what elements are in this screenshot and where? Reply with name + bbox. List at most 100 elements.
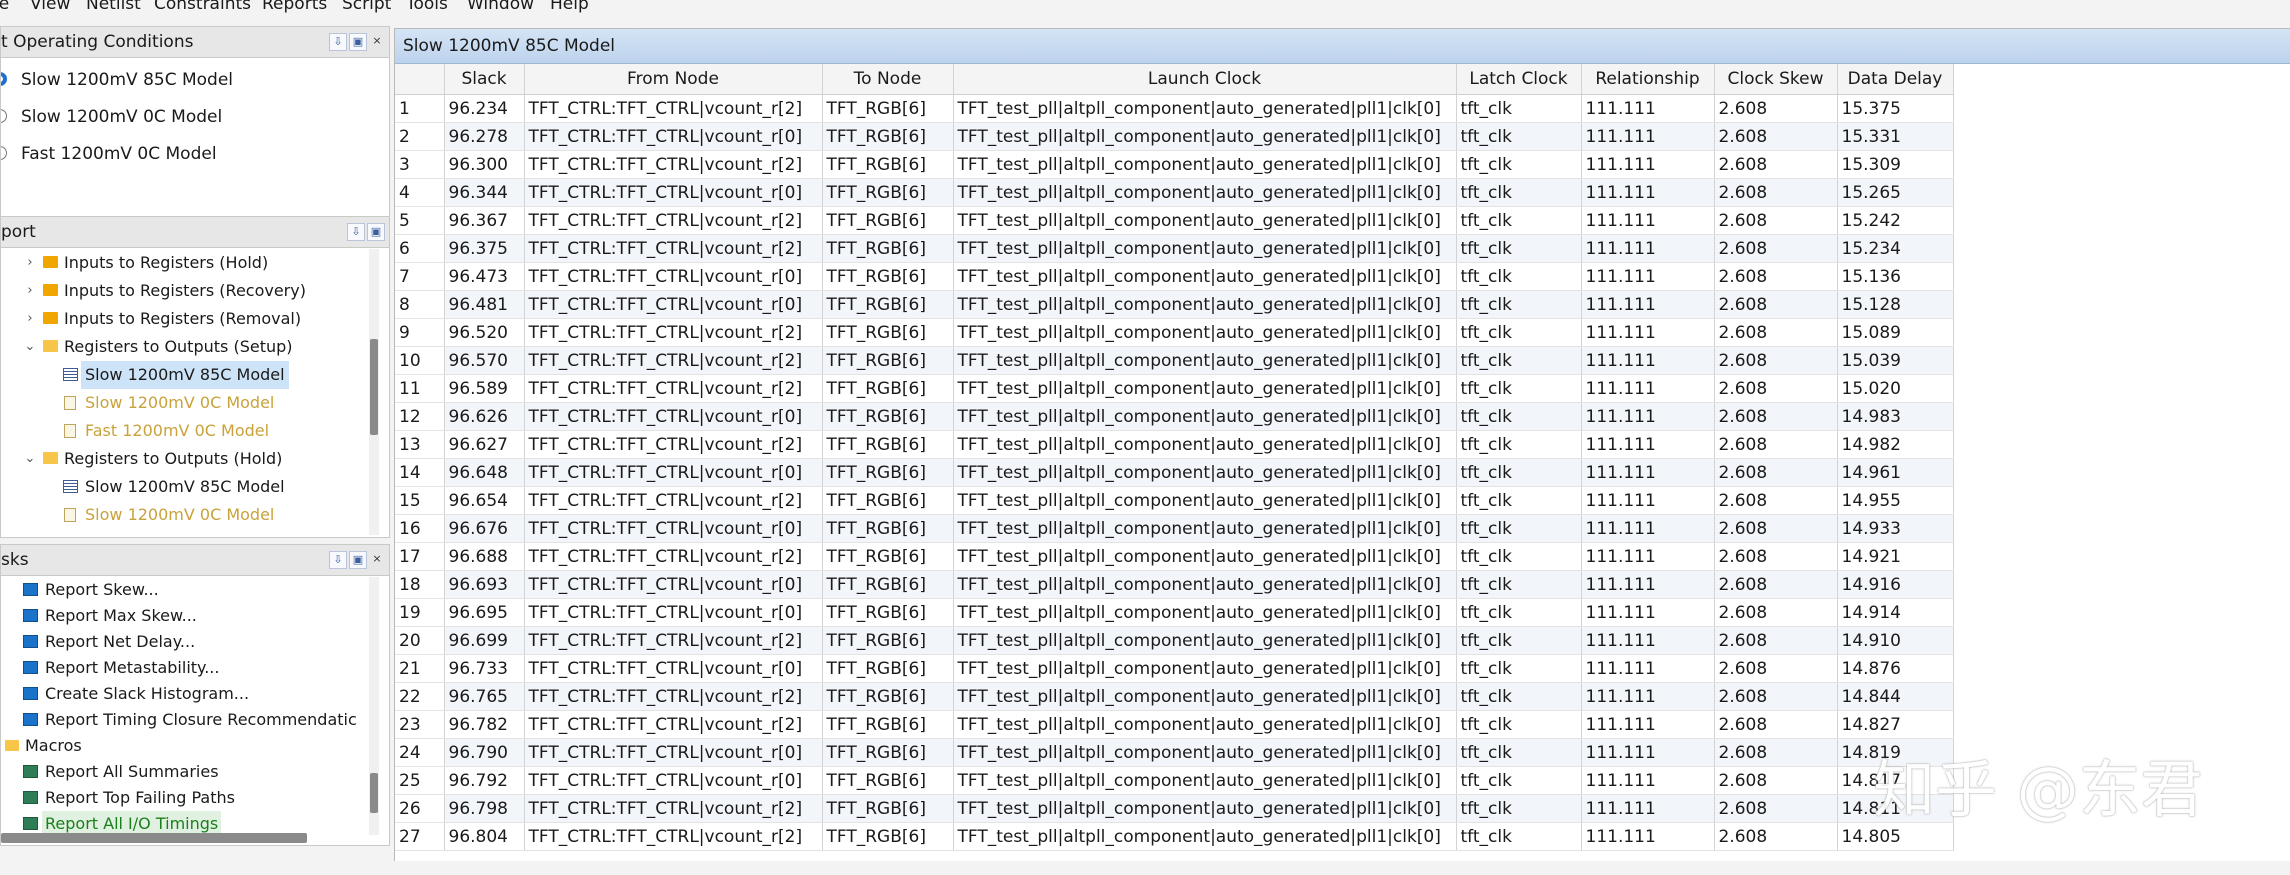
chevron-down-icon[interactable]: ⌄ [23,333,37,361]
table-row[interactable]: 20 96.699 TFT_CTRL:TFT_CTRL|vcount_r[2] TFT… [395,626,1954,655]
radio-icon[interactable] [1,146,7,160]
close-icon[interactable]: × [369,551,385,567]
menu-help[interactable]: Help [550,0,589,14]
cell-data-delay: 14.876 [1837,654,1954,683]
table-row[interactable]: 23 96.782 TFT_CTRL:TFT_CTRL|vcount_r[2] TFT… [395,710,1954,739]
cell-to-node: TFT_RGB[6] [822,682,954,711]
column-header-to-node[interactable]: To Node [822,64,954,95]
table-icon [63,368,78,381]
table-row[interactable]: 26 96.798 TFT_CTRL:TFT_CTRL|vcount_r[2] TFT… [395,794,1954,823]
pin-icon[interactable]: ⇩ [347,223,365,241]
scrollbar-thumb[interactable] [370,339,378,435]
pin-icon[interactable]: ⇩ [329,551,347,569]
table-row[interactable]: 14 96.648 TFT_CTRL:TFT_CTRL|vcount_r[0] TFT… [395,458,1954,487]
cell-relationship: 111.111 [1581,94,1715,123]
table-row[interactable]: 12 96.626 TFT_CTRL:TFT_CTRL|vcount_r[0] TFT… [395,402,1954,431]
table-row[interactable]: 18 96.693 TFT_CTRL:TFT_CTRL|vcount_r[0] TFT… [395,570,1954,599]
radio-selected-icon[interactable] [1,72,7,86]
column-header-launch-clock[interactable]: Launch Clock [953,64,1457,95]
column-header-latch-clock[interactable]: Latch Clock [1456,64,1582,95]
cell-launch-clock: TFT_test_pll|altpll_component|auto_gener… [953,458,1457,487]
float-icon[interactable]: ▣ [367,223,385,241]
table-row[interactable]: 15 96.654 TFT_CTRL:TFT_CTRL|vcount_r[2] TFT… [395,486,1954,515]
table-row[interactable]: 17 96.688 TFT_CTRL:TFT_CTRL|vcount_r[2] TFT… [395,542,1954,571]
menu-tools[interactable]: Tools [406,0,448,14]
menu-netlist[interactable]: Netlist [86,0,141,14]
folder-open-icon [5,740,19,751]
table-row[interactable]: 2 96.278 TFT_CTRL:TFT_CTRL|vcount_r[0] TFT_… [395,122,1954,151]
cell-launch-clock: TFT_test_pll|altpll_component|auto_gener… [953,402,1457,431]
table-row[interactable]: 10 96.570 TFT_CTRL:TFT_CTRL|vcount_r[2] TFT… [395,346,1954,375]
table-row[interactable]: 25 96.792 TFT_CTRL:TFT_CTRL|vcount_r[0] TFT… [395,766,1954,795]
horizontal-scrollbar-thumb[interactable] [1,833,307,843]
table-row[interactable]: 7 96.473 TFT_CTRL:TFT_CTRL|vcount_r[0] TFT_… [395,262,1954,291]
table-row[interactable]: 11 96.589 TFT_CTRL:TFT_CTRL|vcount_r[2] TFT… [395,374,1954,403]
cell-clock-skew: 2.608 [1714,206,1838,235]
cell-row-number: 4 [395,178,445,207]
menu-constraints[interactable]: Constraints [154,0,251,14]
table-row[interactable]: 27 96.804 TFT_CTRL:TFT_CTRL|vcount_r[2] TFT… [395,822,1954,851]
menu-window[interactable]: Window [467,0,534,14]
cell-to-node: TFT_RGB[6] [822,290,954,319]
cell-row-number: 25 [395,766,445,795]
table-row[interactable]: 1 96.234 TFT_CTRL:TFT_CTRL|vcount_r[2] TFT_… [395,94,1954,123]
cell-from-node: TFT_CTRL:TFT_CTRL|vcount_r[2] [524,150,823,179]
menu-file[interactable]: le [0,0,9,14]
table-row[interactable]: 4 96.344 TFT_CTRL:TFT_CTRL|vcount_r[0] TFT_… [395,178,1954,207]
chevron-right-icon[interactable]: › [23,305,37,333]
cell-data-delay: 15.375 [1837,94,1954,123]
table-row[interactable]: 8 96.481 TFT_CTRL:TFT_CTRL|vcount_r[0] TFT_… [395,290,1954,319]
condition-label: Slow 1200mV 0C Model [21,107,223,127]
table-row[interactable]: 13 96.627 TFT_CTRL:TFT_CTRL|vcount_r[2] TFT… [395,430,1954,459]
column-header-clock-skew[interactable]: Clock Skew [1714,64,1838,95]
timing-table: Slack From Node To Node Launch Clock Lat… [395,64,1954,851]
table-row[interactable]: 9 96.520 TFT_CTRL:TFT_CTRL|vcount_r[2] TFT_… [395,318,1954,347]
column-header-data-delay[interactable]: Data Delay [1837,64,1954,95]
scrollbar-thumb[interactable] [370,773,378,813]
table-row[interactable]: 22 96.765 TFT_CTRL:TFT_CTRL|vcount_r[2] TFT… [395,682,1954,711]
cell-relationship: 111.111 [1581,822,1715,851]
table-row[interactable]: 21 96.733 TFT_CTRL:TFT_CTRL|vcount_r[0] TFT… [395,654,1954,683]
chevron-right-icon[interactable]: › [23,277,37,305]
cell-clock-skew: 2.608 [1714,374,1838,403]
menu-reports[interactable]: Reports [262,0,327,14]
radio-icon[interactable] [1,109,7,123]
table-row[interactable]: 6 96.375 TFT_CTRL:TFT_CTRL|vcount_r[2] TFT_… [395,234,1954,263]
column-header-relationship[interactable]: Relationship [1581,64,1715,95]
cell-relationship: 111.111 [1581,458,1715,487]
menu-script[interactable]: Script [342,0,391,14]
task-label: Report Skew... [45,580,159,599]
tcl-script-icon [23,765,38,778]
task-label: Report Timing Closure Recommendatic [45,710,357,729]
tree-scrollbar[interactable] [369,249,379,535]
menu-view[interactable]: View [30,0,70,14]
chevron-right-icon[interactable]: › [23,249,37,277]
chevron-down-icon[interactable]: ⌄ [23,445,37,473]
cell-to-node: TFT_RGB[6] [822,318,954,347]
folder-icon [43,284,58,296]
cell-to-node: TFT_RGB[6] [822,822,954,851]
cell-data-delay: 14.910 [1837,626,1954,655]
table-row[interactable]: 3 96.300 TFT_CTRL:TFT_CTRL|vcount_r[2] TFT_… [395,150,1954,179]
cell-relationship: 111.111 [1581,570,1715,599]
table-row[interactable]: 5 96.367 TFT_CTRL:TFT_CTRL|vcount_r[2] TFT_… [395,206,1954,235]
cell-clock-skew: 2.608 [1714,514,1838,543]
pin-icon[interactable]: ⇩ [329,33,347,51]
left-pane: t Operating Conditions ⇩ ▣ × Slow 1200mV… [0,14,390,860]
table-row[interactable]: 16 96.676 TFT_CTRL:TFT_CTRL|vcount_r[0] TFT… [395,514,1954,543]
table-row[interactable]: 19 96.695 TFT_CTRL:TFT_CTRL|vcount_r[0] TFT… [395,598,1954,627]
table-header-row: Slack From Node To Node Launch Clock Lat… [395,64,1954,95]
table-row[interactable]: 24 96.790 TFT_CTRL:TFT_CTRL|vcount_r[0] TFT… [395,738,1954,767]
cell-relationship: 111.111 [1581,682,1715,711]
column-header-row-number[interactable] [395,64,445,95]
column-header-from-node[interactable]: From Node [524,64,823,95]
tcl-script-icon [23,817,38,830]
float-icon[interactable]: ▣ [349,551,367,569]
column-header-slack[interactable]: Slack [444,64,525,95]
float-icon[interactable]: ▣ [349,33,367,51]
cell-slack: 96.367 [444,206,525,235]
close-icon[interactable]: × [369,33,385,49]
cell-row-number: 20 [395,626,445,655]
cell-from-node: TFT_CTRL:TFT_CTRL|vcount_r[0] [524,458,823,487]
tasks-scrollbar[interactable] [369,577,379,835]
